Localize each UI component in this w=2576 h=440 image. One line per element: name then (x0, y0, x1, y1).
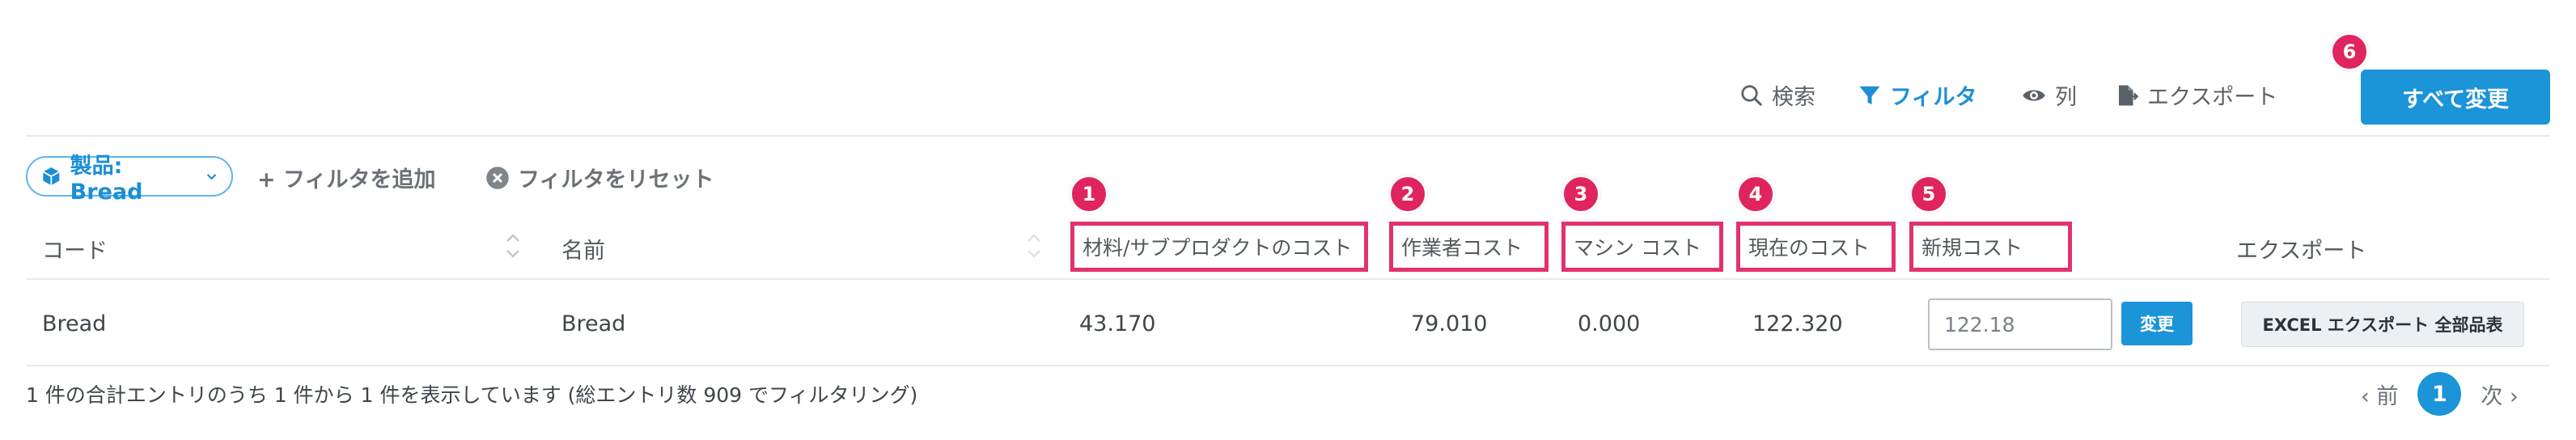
callout-badge-4: 4 (1736, 175, 1775, 214)
cell-code: Bread (42, 311, 107, 336)
cell-current-cost: 122.320 (1752, 311, 1843, 336)
columns-button[interactable]: 列 (2021, 79, 2077, 111)
column-header-current-cost[interactable]: 現在のコスト (1736, 222, 1896, 272)
search-button[interactable]: 検索 (1739, 79, 1815, 111)
reset-filter-label: フィルタをリセット (518, 167, 714, 192)
change-all-button[interactable]: すべて変更 (2361, 70, 2550, 125)
add-filter-link[interactable]: + フィルタを追加 (257, 162, 435, 193)
box-icon (42, 167, 60, 186)
cell-machine-cost: 0.000 (1578, 311, 1641, 336)
new-cost-input[interactable]: 122.18 (1928, 298, 2112, 350)
entries-summary: 1 件の合計エントリのうち 1 件から 1 件を表示しています (総エントリ数 … (26, 383, 918, 407)
active-filter-label: 製品: Bread (70, 154, 143, 205)
callout-badge-6: 6 (2330, 32, 2369, 71)
column-header-worker-cost[interactable]: 作業者コスト (1389, 222, 1549, 272)
reset-filter-link[interactable]: フィルタをリセット (485, 162, 714, 193)
column-header-name[interactable]: 名前 (561, 233, 605, 264)
change-button[interactable]: 変更 (2121, 302, 2193, 345)
row-divider (26, 365, 2550, 366)
callout-badge-3: 3 (1561, 175, 1600, 214)
cell-worker-cost: 79.010 (1411, 311, 1488, 336)
file-export-icon (2119, 85, 2139, 105)
filter-icon (1859, 86, 1880, 104)
next-page-link[interactable]: 次 › (2481, 379, 2518, 410)
column-header-code[interactable]: コード (42, 233, 108, 264)
export-label: エクスポート (2147, 85, 2278, 110)
toolbar-divider (26, 135, 2550, 137)
excel-export-button[interactable]: EXCEL エクスポート 全部品表 (2241, 302, 2524, 347)
pagination: ‹ 前 1 次 › (2361, 372, 2519, 416)
chevron-down-icon (206, 174, 217, 180)
export-button[interactable]: エクスポート (2115, 79, 2277, 111)
column-header-material-cost[interactable]: 材料/サブプロダクトのコスト (1070, 222, 1368, 272)
cell-material-cost: 43.170 (1079, 311, 1156, 336)
callout-badge-2: 2 (1388, 175, 1427, 214)
callout-badge-5: 5 (1909, 175, 1948, 214)
close-circle-icon (486, 166, 509, 189)
change-all-label: すべて変更 (2401, 87, 2510, 112)
search-label: 検索 (1772, 85, 1815, 110)
eye-icon (2023, 89, 2045, 101)
callout-badge-1: 1 (1070, 175, 1108, 214)
sort-icon[interactable] (1024, 230, 1044, 262)
active-filter-chip[interactable]: 製品: Bread (26, 154, 233, 205)
prev-page-link[interactable]: ‹ 前 (2361, 379, 2398, 410)
cell-name: Bread (561, 311, 626, 336)
column-header-export: エクスポート (2236, 239, 2367, 264)
filter-label: フィルタ (1890, 85, 1977, 110)
sort-icon[interactable] (503, 230, 523, 262)
search-icon (1741, 84, 1762, 106)
header-divider (26, 278, 2550, 280)
filter-button[interactable]: フィルタ (1858, 79, 1976, 111)
columns-label: 列 (2055, 85, 2077, 110)
column-header-machine-cost[interactable]: マシン コスト (1561, 222, 1723, 272)
column-header-new-cost[interactable]: 新規コスト (1909, 222, 2072, 272)
page-1-button[interactable]: 1 (2417, 372, 2462, 416)
